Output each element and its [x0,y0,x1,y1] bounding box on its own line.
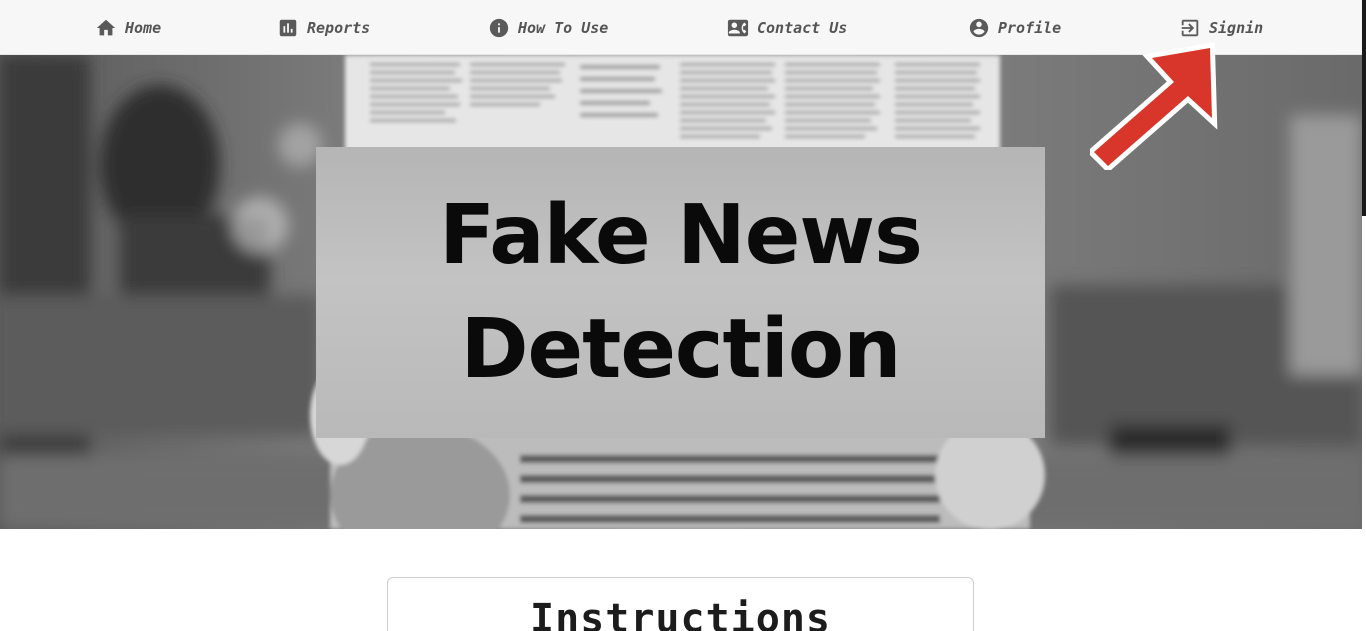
instructions-card: Instructions [387,577,974,631]
annotation-arrow-icon [1086,40,1220,173]
nav-reports[interactable]: Reports [277,0,370,55]
hero-title-panel: Fake News Detection [316,147,1045,438]
info-icon [488,17,510,39]
nav-how-to-use[interactable]: How To Use [488,0,608,55]
account-circle-icon [968,17,990,39]
bar-chart-icon [277,17,299,39]
login-icon [1179,17,1201,39]
hero-title-line-1: Fake News [439,187,923,283]
nav-home-label: Home [125,18,162,37]
instructions-title: Instructions [530,596,831,631]
contact-card-icon [727,17,749,39]
nav-reports-label: Reports [307,18,371,37]
home-icon [95,17,117,39]
page-scrollbar[interactable] [1362,0,1366,216]
hero-title-line-2: Detection [460,301,901,397]
nav-how-to-use-label: How To Use [518,18,609,37]
nav-signin-label: Signin [1209,18,1264,37]
nav-contact-us-label: Contact Us [757,18,848,37]
nav-profile[interactable]: Profile [968,0,1061,55]
nav-contact-us[interactable]: Contact Us [727,0,847,55]
nav-profile-label: Profile [998,18,1062,37]
nav-home[interactable]: Home [95,0,161,55]
